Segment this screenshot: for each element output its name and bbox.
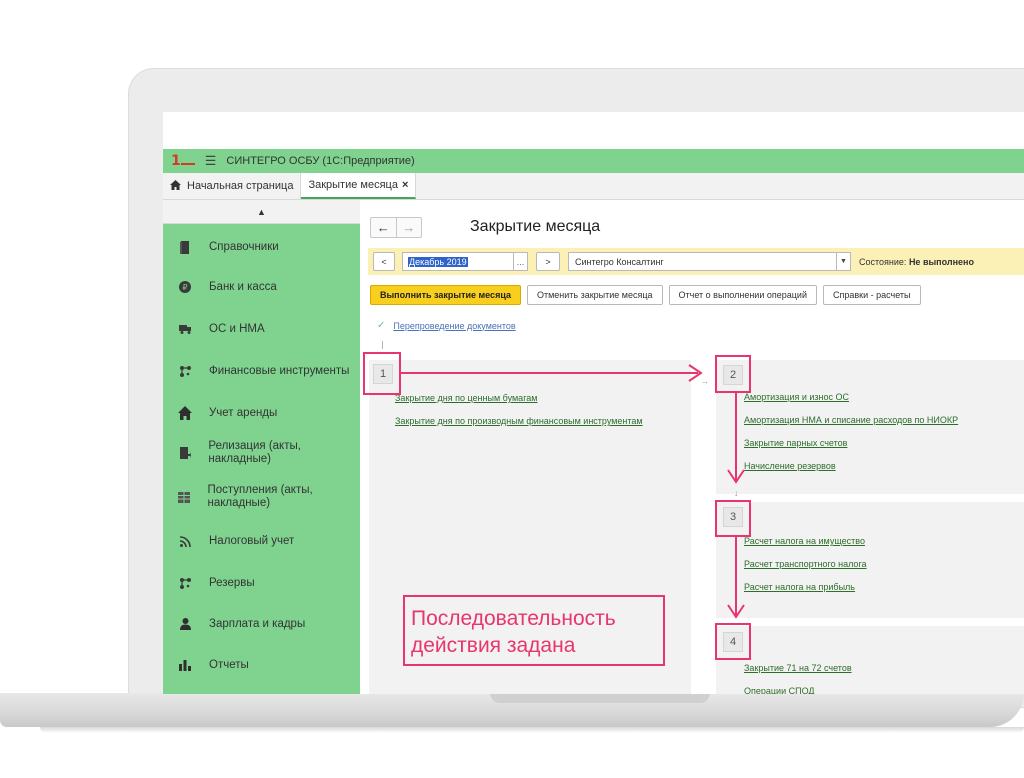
annotation-callout: Последовательность действия задана xyxy=(403,595,665,666)
callout-line-1: Последовательность xyxy=(411,607,616,630)
callout-line-2: действия задана xyxy=(411,634,576,657)
